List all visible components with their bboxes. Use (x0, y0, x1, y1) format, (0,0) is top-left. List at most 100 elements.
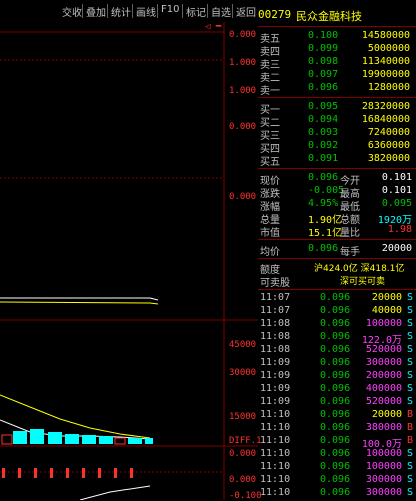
toolbar-button-0[interactable]: 交收 (60, 4, 84, 19)
tick-price: 0.096 (320, 383, 351, 394)
toolbar-divider (207, 4, 208, 18)
volume-bar (82, 435, 96, 444)
macd-bar (18, 468, 21, 478)
price-line (0, 297, 159, 301)
tick-time: 11:08 (260, 331, 291, 342)
tick-row[interactable]: 11:10 0.096 20000 B (258, 409, 416, 422)
tick-volume: 20000 (371, 292, 402, 303)
bid-row[interactable]: 买一 0.095 28320000 (258, 101, 416, 116)
ask-volume: 11340000 (361, 56, 410, 67)
indicator-line (79, 485, 151, 500)
tick-row[interactable]: 11:07 0.096 40000 S (258, 305, 416, 318)
indicator-label: DIFF.1 (229, 436, 262, 446)
price-axis-label: 0.000 (229, 192, 257, 202)
bid-volume: 16840000 (361, 114, 410, 125)
ask-label: 卖一 (260, 86, 280, 97)
tick-row[interactable]: 11:10 0.096 100.0万 B (258, 435, 416, 450)
tick-time: 11:07 (260, 292, 291, 303)
toolbar-divider (182, 4, 183, 18)
tick-price: 0.096 (320, 396, 351, 407)
tick-row[interactable]: 11:10 0.096 380000 B (258, 422, 416, 435)
tick-side: S (406, 448, 413, 459)
stat-row: 涨幅 4.95% 最低 0.095 (258, 198, 416, 213)
tick-price: 0.096 (320, 344, 351, 355)
tick-volume: 100000 (365, 461, 402, 472)
ask-row[interactable]: 卖三 0.098 11340000 (258, 56, 416, 71)
tick-side: B (406, 435, 413, 446)
stat-value: 0.101 (381, 185, 412, 196)
stat-row: 总量 1.90亿 总额 1920万 (258, 211, 416, 226)
bid-volume: 6360000 (367, 140, 410, 151)
tick-side: S (406, 461, 413, 472)
tick-time: 11:10 (260, 409, 291, 420)
toolbar-button-7[interactable]: 返回 (234, 4, 258, 19)
tick-volume: 100000 (365, 448, 402, 459)
tick-row[interactable]: 11:08 0.096 100000 S (258, 318, 416, 331)
tick-time: 11:10 (260, 448, 291, 459)
intraday-chart[interactable]: 0.000 1.000 1.000 0.000 0.000 45000 3000… (0, 22, 262, 501)
bid-row[interactable]: 买五 0.091 3820000 (258, 153, 416, 168)
tick-price: 0.096 (320, 461, 351, 472)
bid-row[interactable]: 买三 0.093 7240000 (258, 127, 416, 142)
toolbar-button-1[interactable]: 叠加 (84, 4, 108, 19)
tick-row[interactable]: 11:10 0.096 100000 S (258, 448, 416, 461)
divider (258, 26, 416, 27)
macd-bar (50, 468, 53, 478)
toolbar-divider (107, 4, 108, 18)
tick-time: 11:09 (260, 357, 291, 368)
tick-time: 11:09 (260, 383, 291, 394)
price-axis-label: 0.000 (229, 30, 257, 40)
toolbar-button-3[interactable]: 画线 (134, 4, 158, 19)
macd-bar (114, 468, 117, 478)
tick-row[interactable]: 11:08 0.096 520000 S (258, 344, 416, 357)
divider (258, 168, 416, 169)
stat-label: 量比 (340, 228, 360, 239)
bid-volume: 3820000 (367, 153, 410, 164)
tick-row[interactable]: 11:07 0.096 20000 S (258, 292, 416, 305)
tick-row[interactable]: 11:10 0.096 100000 S (258, 461, 416, 474)
bid-row[interactable]: 买二 0.094 16840000 (258, 114, 416, 129)
toolbar-button-5[interactable]: 标记 (184, 4, 208, 19)
tick-side: S (406, 331, 413, 342)
tick-row[interactable]: 11:10 0.096 300000 S (258, 474, 416, 487)
flow-label: 可卖股 (260, 278, 290, 289)
toolbar-button-6[interactable]: 自选 (209, 4, 233, 19)
tick-price: 0.096 (320, 422, 351, 433)
divider (258, 258, 416, 259)
toolbar-button-2[interactable]: 统计 (109, 4, 133, 19)
toolbar-divider (232, 4, 233, 18)
tick-row[interactable]: 11:09 0.096 300000 S (258, 357, 416, 370)
avg-price-line (0, 301, 159, 305)
indicator-axis-label: 0.000 (229, 449, 257, 459)
tick-side: S (406, 383, 413, 394)
tick-row[interactable]: 11:09 0.096 400000 S (258, 383, 416, 396)
tick-row[interactable]: 11:09 0.096 200000 S (258, 370, 416, 383)
ask-volume: 19900000 (361, 69, 410, 80)
price-axis-label: 1.000 (229, 58, 257, 68)
tick-row[interactable]: 11:09 0.096 520000 S (258, 396, 416, 409)
tick-price: 0.096 (320, 370, 351, 381)
ask-price: 0.096 (308, 82, 339, 93)
ask-row[interactable]: 卖一 0.096 1280000 (258, 82, 416, 97)
stat-value: 0.095 (381, 198, 412, 209)
macd-bar (98, 468, 101, 478)
bid-label: 买五 (260, 157, 280, 168)
ask-price: 0.100 (308, 30, 339, 41)
tick-volume: 380000 (365, 422, 402, 433)
volume-axis-label: 30000 (229, 368, 257, 378)
tick-volume: 300000 (365, 474, 402, 485)
bid-row[interactable]: 买四 0.092 6360000 (258, 140, 416, 155)
tick-row[interactable]: 11:10 0.096 300000 S (258, 487, 416, 500)
stat-value: 0.096 (308, 172, 339, 183)
indicator-axis-label: 0.000 (229, 475, 257, 485)
macd-bar (66, 468, 69, 478)
toolbar-button-4[interactable]: F10 (159, 4, 181, 18)
ask-row[interactable]: 卖二 0.097 19900000 (258, 69, 416, 84)
ask-row[interactable]: 卖五 0.100 14580000 (258, 30, 416, 45)
tick-row[interactable]: 11:08 0.096 122.0万 S (258, 331, 416, 346)
volume-bar (99, 436, 113, 444)
stat-row: 现价 0.096 今开 0.101 (258, 172, 416, 187)
ask-volume: 5000000 (367, 43, 410, 54)
ask-row[interactable]: 卖四 0.099 5000000 (258, 43, 416, 58)
divider (258, 97, 416, 98)
